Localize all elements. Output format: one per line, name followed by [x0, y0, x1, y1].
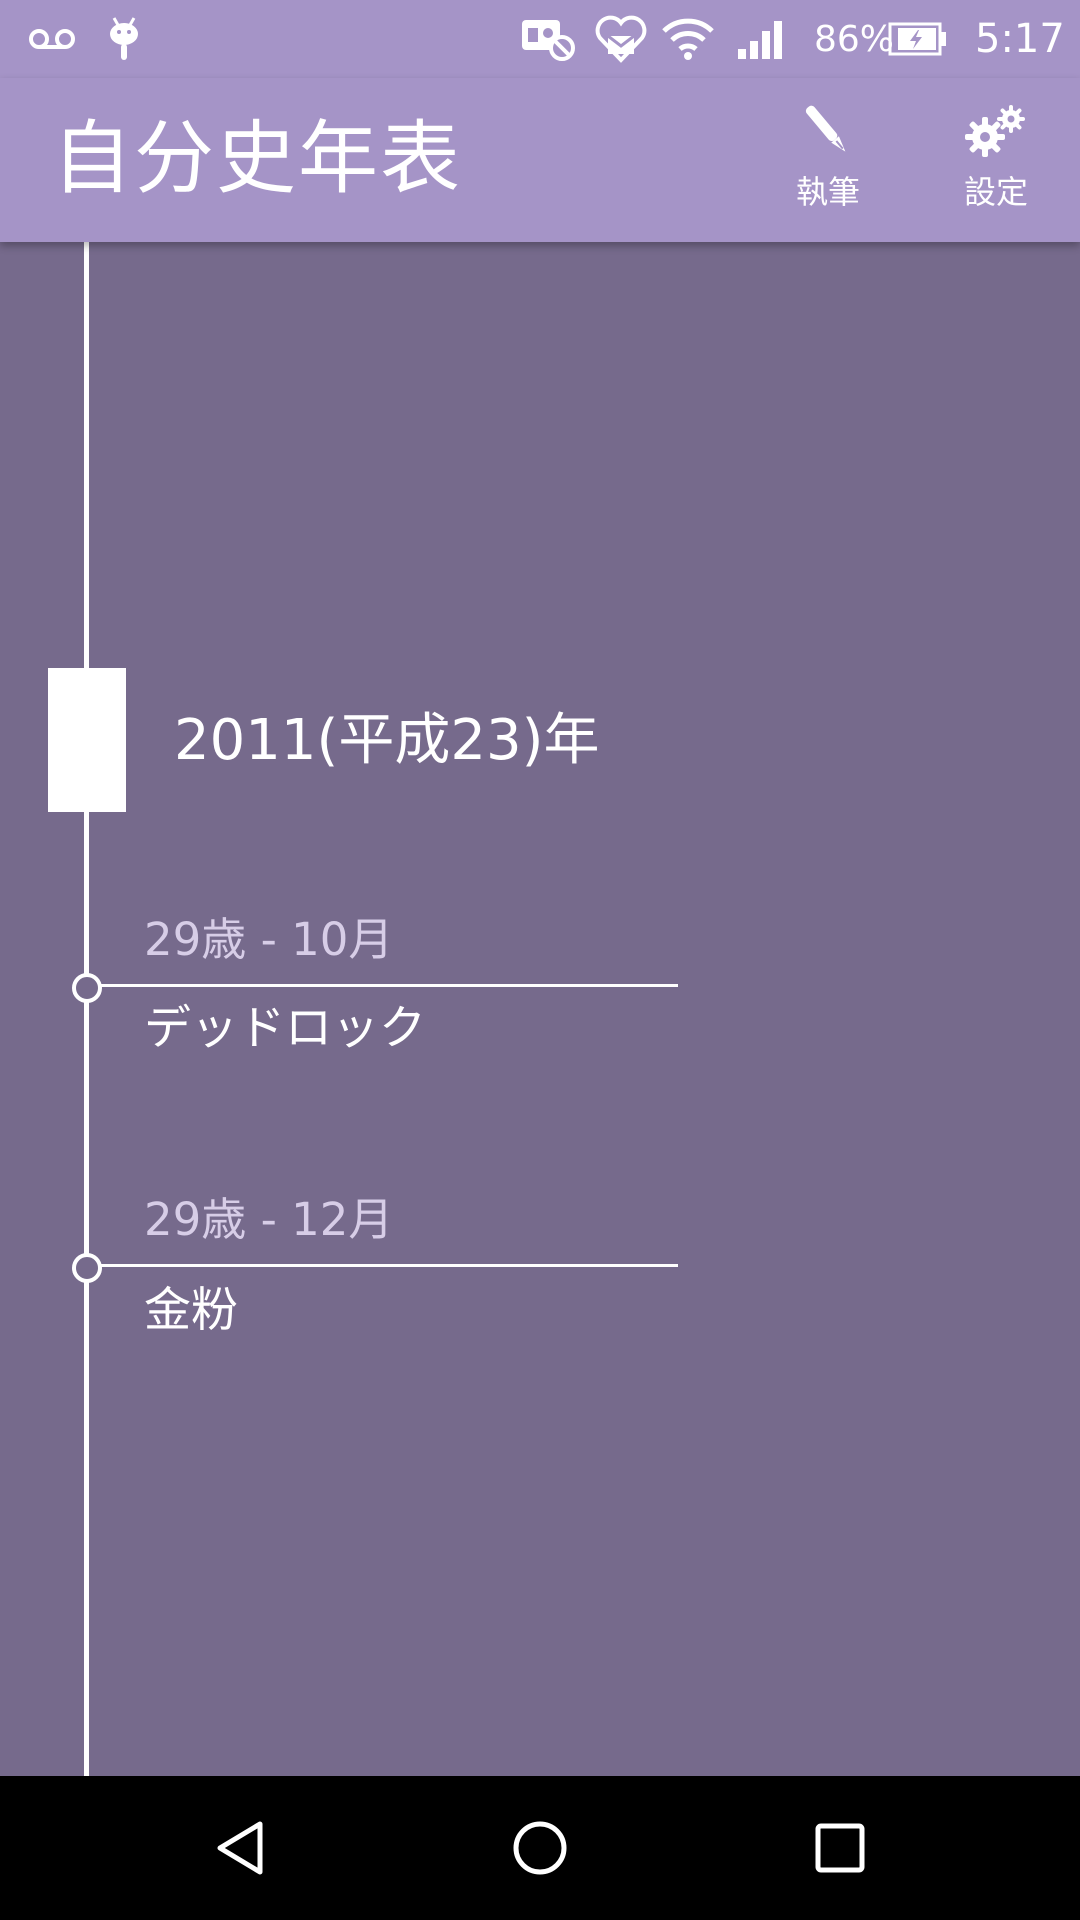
back-icon [217, 1821, 263, 1875]
recents-button[interactable] [790, 1798, 890, 1898]
wifi-icon [662, 0, 714, 78]
year-marker [48, 668, 126, 812]
timeline-line [84, 242, 89, 1776]
event-divider [100, 984, 678, 987]
voicemail-icon [28, 0, 76, 78]
event-node [72, 1253, 102, 1283]
home-icon [513, 1821, 567, 1875]
write-button[interactable]: 執筆 [758, 96, 898, 226]
battery-percent: 86% [814, 18, 895, 60]
event-node [72, 973, 102, 1003]
recents-icon [815, 1823, 865, 1873]
event-divider [100, 1264, 678, 1267]
app-bar: 自分史年表 執筆 設定 [0, 78, 1080, 242]
year-label: 2011(平成23)年 [174, 708, 600, 773]
event-title[interactable]: 金粉 [144, 1282, 238, 1340]
home-button[interactable] [490, 1798, 590, 1898]
no-sim-icon [520, 0, 576, 78]
pen-icon [793, 96, 863, 166]
timeline[interactable]: 2011(平成23)年 29歳 - 10月 デッドロック 29歳 - 12月 金… [0, 242, 1080, 1776]
write-button-label: 執筆 [795, 173, 860, 211]
event-title[interactable]: デッドロック [144, 1000, 426, 1058]
gears-icon [961, 96, 1031, 166]
signal-icon [736, 0, 784, 78]
status-bar: 86% 5:17 [0, 0, 1080, 78]
battery-charging-icon [888, 0, 948, 78]
navigation-bar [0, 1776, 1080, 1920]
event-date: 29歳 - 12月 [144, 1193, 394, 1246]
status-time: 5:17 [975, 16, 1065, 62]
back-button[interactable] [190, 1798, 290, 1898]
settings-button[interactable]: 設定 [926, 96, 1066, 226]
event-date: 29歳 - 10月 [144, 913, 394, 966]
app-title: 自分史年表 [52, 112, 462, 205]
android-icon [106, 0, 142, 78]
heart-mail-icon [594, 0, 648, 78]
settings-button-label: 設定 [963, 173, 1028, 211]
